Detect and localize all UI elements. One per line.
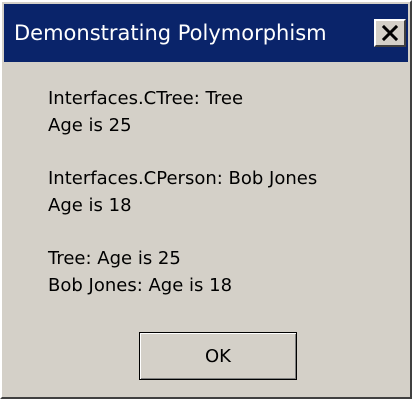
ok-button[interactable]: OK xyxy=(139,332,297,380)
dialog-title: Demonstrating Polymorphism xyxy=(14,21,327,45)
message-line: Interfaces.CTree: Tree xyxy=(48,88,244,109)
title-bar[interactable]: Demonstrating Polymorphism xyxy=(4,4,408,62)
message-line: Age is 18 xyxy=(48,195,132,216)
message-line: Tree: Age is 25 xyxy=(48,248,181,269)
close-button[interactable] xyxy=(374,19,406,47)
message-line: Bob Jones: Age is 18 xyxy=(48,275,233,296)
message-line: Interfaces.CPerson: Bob Jones xyxy=(48,168,318,189)
close-icon xyxy=(381,24,399,42)
message-line: Age is 25 xyxy=(48,115,132,136)
message-dialog: Demonstrating Polymorphism Interfaces.CT… xyxy=(0,0,412,399)
ok-button-label: OK xyxy=(205,345,231,367)
